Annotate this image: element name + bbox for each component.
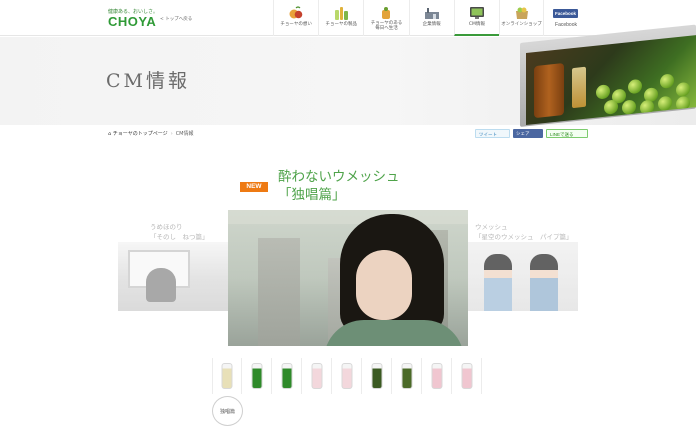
nav-label: オンラインショップ [501, 22, 542, 27]
nav-label: チョーヤの製品 [325, 22, 358, 27]
line-share-button[interactable]: LINEで送る [546, 129, 588, 138]
person-figure [146, 268, 176, 302]
nav-label: Facebook [555, 22, 577, 28]
prev-cm-thumbnail[interactable] [118, 242, 228, 311]
product-selector [212, 358, 482, 394]
curtain [228, 210, 468, 224]
cm-title: 酔わないウメッシュ 「独唱篇」 [278, 168, 400, 204]
nav-label: CM情報 [468, 22, 485, 27]
person-figure [530, 254, 558, 311]
product-bottle [251, 363, 262, 389]
tv-hero-image [520, 24, 696, 127]
nav-label: 企業情報 [422, 22, 441, 27]
choya-logo[interactable]: 健康ある、おいしさ。 CHOYA [108, 9, 158, 28]
product-bottle [431, 363, 442, 389]
shop-icon [515, 7, 528, 19]
product-bottle [341, 363, 352, 389]
nav-label: チョーヤの想い [280, 22, 312, 27]
product-bottle [311, 363, 322, 389]
nav-item-lifestyle[interactable]: チョーヤのある 毎日へ生活 [363, 0, 408, 36]
product-bottle [281, 363, 292, 389]
cm-title-line1: 酔わないウメッシュ [278, 169, 400, 185]
facebook-share-button[interactable]: シェア [513, 129, 543, 138]
product-bottle [371, 363, 382, 389]
plum [628, 78, 642, 95]
bottles-icon [335, 7, 349, 20]
page-title: CM情報 [106, 70, 190, 92]
global-nav: チョーヤの想い チョーヤの製品 チョーヤのある 毎日へ生活 企業情報 CM情報 [273, 0, 545, 36]
person-figure [484, 254, 512, 311]
umeshu-glass [572, 66, 586, 109]
share-buttons: ツイート シェア LINEで送る [475, 129, 588, 138]
product-thumbnail[interactable] [452, 358, 482, 394]
plum [676, 81, 690, 98]
breadcrumb-home-link[interactable]: チョーヤのトップページ [113, 131, 168, 137]
nav-item-cm[interactable]: CM情報 [453, 0, 499, 36]
home-icon: ⌂ [108, 131, 112, 137]
product-bottle [401, 363, 412, 389]
lifestyle-icon [382, 7, 391, 19]
nav-label: チョーヤのある 毎日へ生活 [370, 21, 403, 31]
product-bottle [461, 363, 472, 389]
plum [622, 99, 636, 115]
building [258, 238, 300, 346]
site-header: 健康ある、おいしさ。 CHOYA < トップへ戻る チョーヤの想い チョーヤの製… [0, 0, 696, 36]
product-thumbnail[interactable] [392, 358, 422, 394]
active-cm-indicator: 独唱篇 [212, 396, 243, 426]
breadcrumb: ⌂ チョーヤのトップページ › CM情報 [108, 130, 194, 137]
product-thumbnail[interactable] [422, 358, 452, 394]
tv-icon [469, 7, 484, 19]
caption-line: 「そのし ねつ篇」 [150, 233, 209, 241]
cm-video-player[interactable] [228, 210, 468, 346]
tweet-button[interactable]: ツイート [475, 129, 510, 138]
actress-face [356, 250, 412, 320]
cm-title-line2: 「独唱篇」 [278, 187, 346, 203]
umeshu-jar [534, 63, 564, 119]
nav-item-company[interactable]: 企業情報 [408, 0, 454, 36]
product-thumbnail[interactable] [362, 358, 392, 394]
actress-body [324, 320, 464, 346]
back-to-top-link[interactable]: < トップへ戻る [160, 16, 192, 22]
next-cm-caption: ウメッシュ 「星空のウメッシュ パイプ篇」 [475, 222, 573, 242]
active-cm-label: 独唱篇 [219, 409, 235, 415]
plum [604, 99, 618, 115]
logo-brand: CHOYA [108, 14, 157, 29]
product-bottle [221, 363, 233, 389]
caption-line: うめほのり [150, 223, 183, 231]
fruit-icon [289, 6, 303, 19]
product-thumbnail[interactable] [272, 358, 302, 394]
product-thumbnail[interactable] [302, 358, 332, 394]
product-thumbnail[interactable] [332, 358, 362, 394]
breadcrumb-current: CM情報 [175, 131, 194, 137]
nav-item-products[interactable]: チョーヤの製品 [318, 0, 363, 36]
nav-item-philosophy[interactable]: チョーヤの想い [273, 0, 318, 36]
plum [596, 84, 610, 100]
plum [658, 95, 672, 112]
nav-item-facebook[interactable]: Facebook Facebook [549, 0, 583, 36]
product-thumbnail[interactable] [242, 358, 272, 394]
facebook-icon: Facebook [553, 9, 578, 18]
next-cm-thumbnail[interactable] [468, 242, 578, 311]
prev-cm-caption: うめほのり 「そのし ねつ篇」 [150, 222, 209, 242]
new-badge: NEW [240, 182, 268, 192]
breadcrumb-separator: › [170, 131, 173, 137]
nav-item-shop[interactable]: オンラインショップ [498, 0, 545, 36]
caption-line: 「星空のウメッシュ パイプ篇」 [475, 233, 573, 241]
factory-icon [424, 8, 439, 19]
plum [660, 73, 674, 89]
product-thumbnail[interactable] [212, 358, 242, 394]
caption-line: ウメッシュ [475, 223, 508, 231]
